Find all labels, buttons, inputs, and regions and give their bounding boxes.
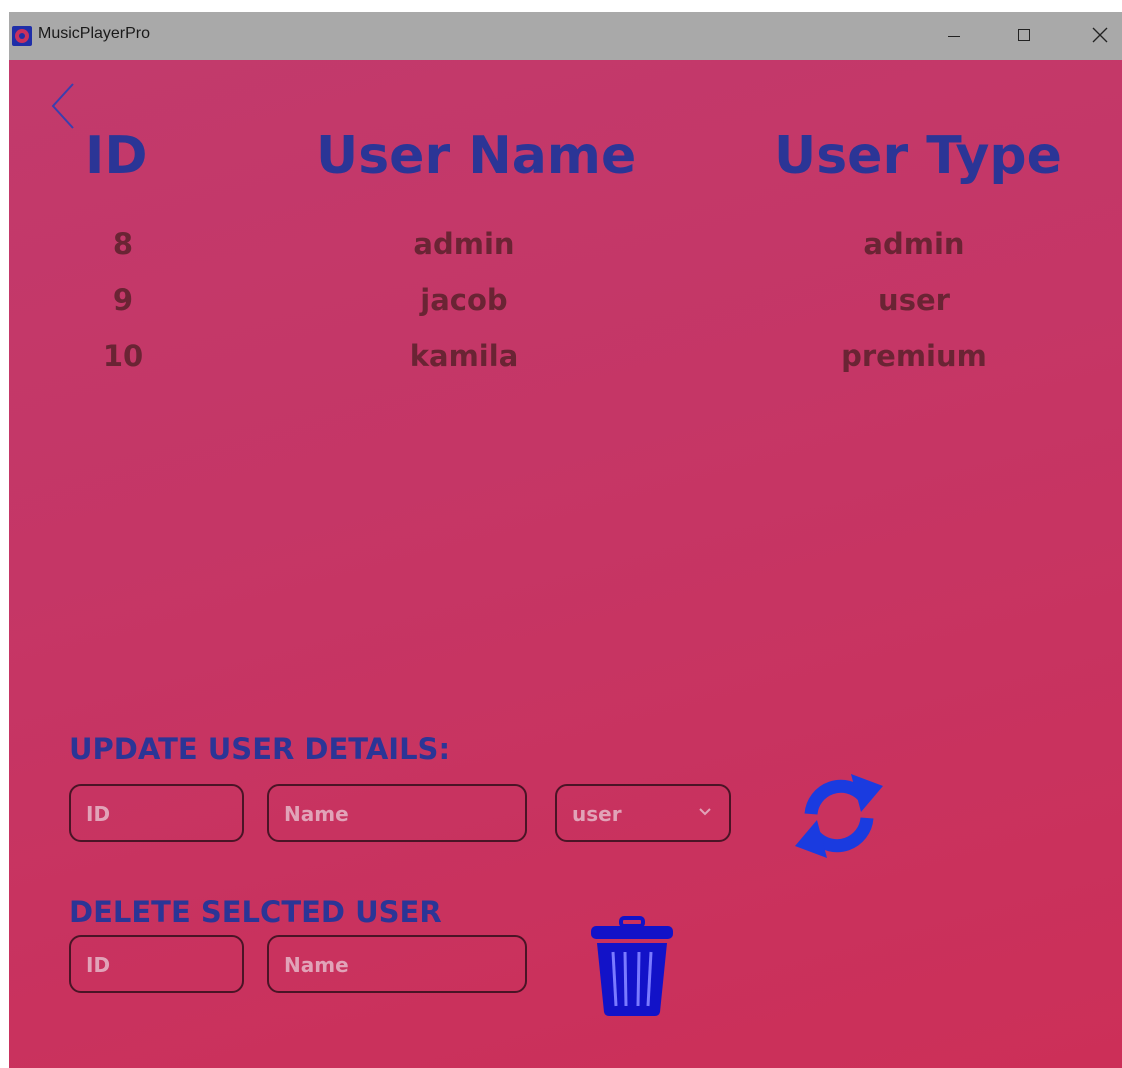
cell-user-name: jacob <box>420 283 508 317</box>
refresh-icon <box>795 774 883 858</box>
cell-user-type: admin <box>863 227 965 261</box>
cell-user-type: premium <box>841 339 987 373</box>
update-id-placeholder: ID <box>86 802 111 826</box>
maximize-button[interactable] <box>1001 12 1047 60</box>
back-button[interactable] <box>49 80 79 132</box>
update-name-placeholder: Name <box>284 802 349 826</box>
user-type-select[interactable]: user <box>555 784 731 842</box>
update-section-label: UPDATE USER DETAILS: <box>69 732 451 766</box>
cell-user-name: admin <box>413 227 515 261</box>
title-bar[interactable]: MusicPlayerPro <box>9 12 1122 60</box>
cell-id: 9 <box>112 283 134 317</box>
delete-button[interactable] <box>587 916 677 1018</box>
delete-name-field[interactable]: Name <box>267 935 527 993</box>
minimize-button[interactable] <box>931 12 977 60</box>
update-name-field[interactable]: Name <box>267 784 527 842</box>
update-id-field[interactable]: ID <box>69 784 244 842</box>
back-arrow-icon <box>51 83 74 129</box>
window-title: MusicPlayerPro <box>38 25 151 42</box>
main-content: ID User Name User Type 8 admin admin 9 j… <box>9 60 1122 1068</box>
refresh-button[interactable] <box>789 766 889 866</box>
delete-section-label: DELETE SELCTED USER <box>69 895 442 929</box>
minimize-icon <box>948 36 960 37</box>
cell-user-name: kamila <box>409 339 519 373</box>
close-icon <box>1092 27 1108 43</box>
delete-id-placeholder: ID <box>86 953 111 977</box>
app-logo-icon <box>12 26 32 46</box>
cell-id: 8 <box>112 227 134 261</box>
column-header-id: ID <box>85 126 148 186</box>
app-window: MusicPlayerPro ID User Name User Type 8 … <box>9 12 1122 1068</box>
maximize-icon <box>1018 29 1030 41</box>
column-header-user-type: User Type <box>774 126 1062 186</box>
cell-id: 10 <box>102 339 144 373</box>
delete-id-field[interactable]: ID <box>69 935 244 993</box>
delete-name-placeholder: Name <box>284 953 349 977</box>
chevron-down-icon <box>699 808 711 816</box>
cell-user-type: user <box>878 283 950 317</box>
close-button[interactable] <box>1077 12 1122 60</box>
column-header-user-name: User Name <box>316 126 637 186</box>
trash-icon <box>591 916 673 1016</box>
user-type-selected-value: user <box>572 802 622 826</box>
